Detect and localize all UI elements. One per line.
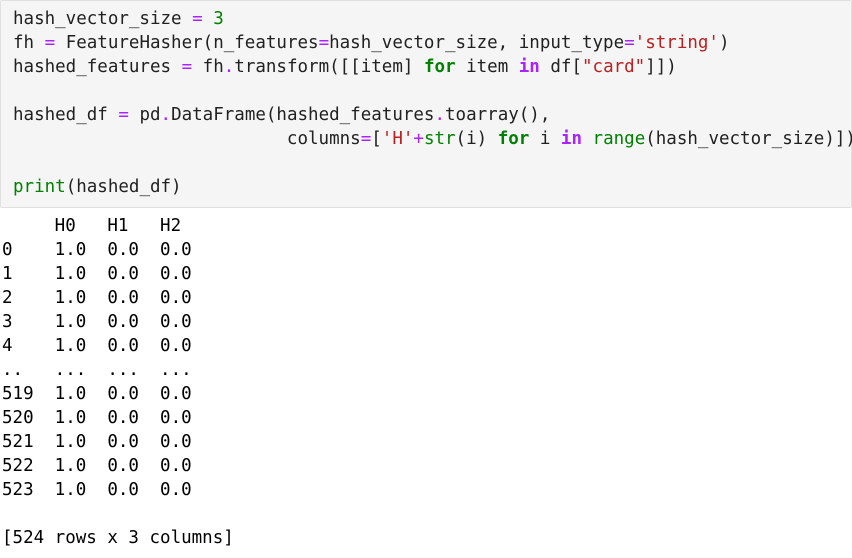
code-token: . [160,105,172,125]
code-token: (hash_vector_size)]) [645,129,852,149]
code-token: = [360,129,372,149]
code-token: = [181,57,193,77]
code-line: hashed_df = pd.DataFrame(hashed_features… [13,103,550,127]
output-row: 3 1.0 0.0 0.0 [2,312,192,332]
output-summary: [524 rows x 3 columns] [2,528,234,548]
code-cell-output: H0 H1 H2 0 1.0 0.0 0.0 1 1.0 0.0 0.0 2 1.0 … [0,212,852,558]
code-token: toarray(), [445,105,551,125]
code-line: print(hashed_df) [13,175,182,199]
code-token: for [423,57,456,77]
code-token: in [560,129,582,149]
code-token: = [118,105,129,125]
code-token: print [13,177,66,197]
code-cell-input[interactable]: hash_vector_size = 3 fh = FeatureHasher(n… [0,0,852,208]
code-token: FeatureHasher(n_features [55,33,319,53]
code-token: pd [128,105,161,125]
code-token: range [592,129,646,149]
code-token: = [318,33,330,53]
code-token: 'H' [381,129,414,149]
code-token: (i) [455,129,498,149]
code-token: = [192,9,203,29]
output-row: .. ... ... ... [2,360,192,380]
output-row: 2 1.0 0.0 0.0 [2,288,192,308]
code-token: i [529,129,561,149]
code-token: hashed_df [13,105,119,125]
code-token: df[ [539,57,582,77]
code-token: (hashed_df) [65,177,182,197]
code-line: hashed_features = fh.transform([[item] f… [13,55,677,79]
output-row: 520 1.0 0.0 0.0 [2,408,192,428]
code-token: ]]) [645,57,677,77]
code-token: for [497,129,530,149]
output-row: H0 H1 H2 [2,216,182,236]
code-token: fh [13,33,45,53]
notebook-page: hash_vector_size = 3 fh = FeatureHasher(n… [0,0,852,558]
code-token: = [44,33,56,53]
output-row: 523 1.0 0.0 0.0 [2,480,192,500]
code-token: DataFrame(hashed_features [171,105,435,125]
output-row: 1 1.0 0.0 0.0 [2,264,192,284]
code-line: fh = FeatureHasher(n_features=hash_vecto… [13,31,730,55]
code-line: columns=['H'+str(i) for i in range(hash_… [13,127,852,151]
code-token: hash_vector_size [13,9,193,29]
output-row: 521 1.0 0.0 0.0 [2,432,192,452]
output-row: 519 1.0 0.0 0.0 [2,384,192,404]
code-token: hashed_features [13,57,182,77]
code-token: fh [192,57,224,77]
code-token: . [434,105,446,125]
output-row: 522 1.0 0.0 0.0 [2,456,192,476]
code-token: ) [718,33,730,53]
code-token: 3 [213,9,224,29]
code-token: transform([[item] [234,57,424,77]
code-token: in [518,57,540,77]
code-token: = [624,33,635,53]
code-token: + [413,129,424,149]
code-token: "card" [582,57,646,77]
code-token: columns [13,129,361,149]
code-token: . [223,57,235,77]
code-token: str [423,129,456,149]
code-token: 'string' [634,33,719,53]
code-token: item [455,57,519,77]
code-line: hash_vector_size = 3 [13,7,224,31]
code-token: [ [371,129,382,149]
output-row: 0 1.0 0.0 0.0 [2,240,192,260]
output-row: 4 1.0 0.0 0.0 [2,336,192,356]
code-token: hash_vector_size, input_type [329,33,625,53]
